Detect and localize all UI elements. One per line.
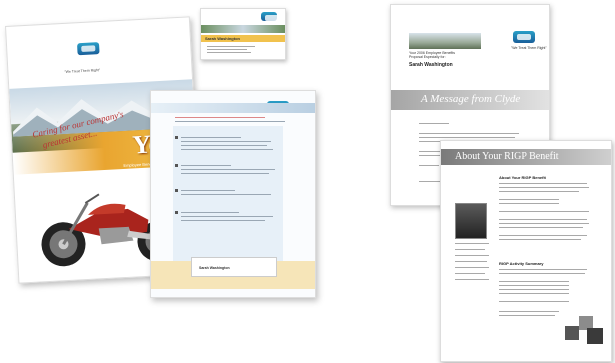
text-line (499, 301, 569, 302)
employee-photo (455, 203, 487, 239)
text-line (181, 145, 267, 146)
text-line (419, 133, 519, 134)
text-line (499, 211, 589, 212)
text-line (499, 219, 587, 220)
company-logo-icon (261, 12, 279, 21)
text-line (499, 183, 587, 184)
proposal-line: Proposal Especially for: (409, 55, 446, 59)
logo-tagline: "We Treat Them Right" (511, 46, 547, 50)
text-line (455, 273, 485, 274)
text-line (181, 149, 273, 150)
text-line (175, 121, 285, 122)
company-logo-icon (513, 31, 535, 43)
text-line (181, 216, 273, 217)
text-line (499, 199, 559, 200)
bullet-icon (175, 211, 178, 214)
card-employee-name: Sarah Washington (205, 36, 240, 41)
text-line (207, 52, 251, 53)
text-line (499, 289, 569, 290)
inside-spread: Sarah Washington (150, 90, 316, 298)
text-line (181, 165, 231, 166)
text-line (499, 227, 583, 228)
letter-landscape-photo (409, 33, 481, 49)
section-heading: About Your RIGP Benefit (499, 175, 546, 180)
text-line (181, 141, 271, 142)
text-line (181, 169, 275, 170)
text-line (499, 223, 589, 224)
section-heading: RIGP Activity Summary (499, 261, 544, 266)
card-landscape (201, 25, 285, 33)
square-shape (587, 328, 603, 344)
text-line (181, 173, 269, 174)
text-line (499, 311, 559, 312)
text-line (455, 279, 489, 280)
text-line (419, 123, 449, 124)
bullet-icon (175, 136, 178, 139)
text-line (207, 49, 247, 50)
benefit-summary-page: About Your RIGP Benefit About Your RIGP … (440, 140, 612, 362)
text-line (455, 255, 489, 256)
text-line (207, 46, 255, 47)
text-line (499, 269, 587, 270)
bullet-icon (175, 189, 178, 192)
text-line (419, 165, 439, 166)
square-shape (565, 326, 579, 340)
text-line (181, 212, 239, 213)
logo-tagline: "We Treat Them Right" (64, 68, 101, 74)
text-line (499, 187, 589, 188)
text-line (455, 261, 487, 262)
message-banner-text: A Message from Clyde (421, 93, 521, 105)
text-line (499, 281, 569, 282)
bullet-icon (175, 164, 178, 167)
text-line (455, 249, 485, 250)
text-line (455, 267, 489, 268)
text-line (499, 293, 569, 294)
text-line (499, 285, 569, 286)
text-line (499, 273, 585, 274)
text-line (499, 191, 579, 192)
text-line (419, 137, 515, 138)
company-logo-icon (77, 42, 100, 56)
text-line (181, 194, 271, 195)
text-line (181, 220, 265, 221)
text-line (455, 243, 489, 244)
text-line (499, 235, 587, 236)
text-line (175, 117, 265, 118)
text-line (499, 203, 559, 204)
mini-card-name: Sarah Washington (199, 266, 230, 270)
decorative-squares (565, 316, 605, 350)
text-line (499, 315, 555, 316)
page-title: About Your RIGP Benefit (455, 151, 559, 162)
text-line (181, 137, 241, 138)
benefits-card: Sarah Washington (200, 8, 286, 60)
text-line (499, 239, 581, 240)
text-line (181, 190, 235, 191)
employee-name: Sarah Washington (409, 62, 453, 68)
spread-header-bar (151, 103, 315, 113)
